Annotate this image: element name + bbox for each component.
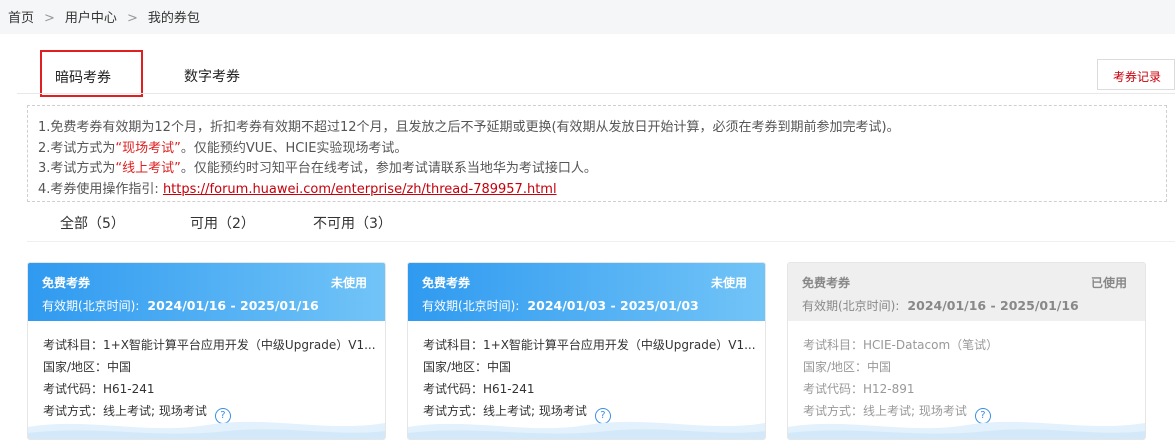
exam-code: 考试代码：H12-891	[803, 378, 1138, 400]
voucher-card-header: 免费考券 未使用 有效期(北京时间): 2024/01/16 - 2025/01/…	[28, 263, 385, 321]
region-value: 中国	[107, 360, 132, 374]
code-value: H12-891	[863, 382, 915, 396]
exam-mode: 考试方式：线上考试; 现场考试?	[423, 400, 758, 424]
code-label: 考试代码：	[803, 382, 864, 396]
region-label: 国家/地区：	[43, 360, 108, 374]
mode-value: 线上考试; 现场考试	[863, 404, 967, 418]
code-value: H61-241	[483, 382, 535, 396]
notice-line-4: 4.考券使用操作指引: https://forum.huawei.com/ent…	[38, 180, 1166, 201]
question-circle-icon[interactable]: ?	[594, 408, 611, 424]
notice-highlight-online: “线上考试”	[115, 161, 181, 176]
notice-text: 。仅能预约时习知平台在线考试，参加考试请联系当地华为考试接口人。	[180, 161, 597, 176]
mode-label: 考试方式：	[43, 404, 104, 418]
breadcrumb-separator: >	[44, 11, 55, 26]
code-label: 考试代码：	[423, 382, 484, 396]
exam-subject: 考试科目：HCIE-Datacom（笔试）	[803, 334, 1138, 356]
notice-box: 1.免费考券有效期为12个月，折扣考券有效期不超过12个月，且发放之后不予延期或…	[27, 105, 1167, 202]
voucher-card-body: 考试科目：1+X智能计算平台应用开发（中级Upgrade）V1... 国家/地区…	[28, 321, 385, 424]
notice-text: 。仅能预约VUE、HCIE实验现场考试。	[180, 140, 408, 156]
exam-region: 国家/地区：中国	[43, 356, 378, 378]
voucher-validity: 有效期(北京时间): 2024/01/03 - 2025/01/03	[422, 297, 765, 314]
exam-mode: 考试方式：线上考试; 现场考试?	[803, 400, 1138, 424]
subject-label: 考试科目：	[803, 338, 864, 352]
mode-value: 线上考试; 现场考试	[483, 404, 587, 418]
exam-code: 考试代码：H61-241	[423, 378, 758, 400]
voucher-card-header: 免费考券 已使用 有效期(北京时间): 2024/01/16 - 2025/01/…	[788, 263, 1145, 321]
notice-highlight-onsite: “现场考试”	[115, 140, 181, 156]
exam-code: 考试代码：H61-241	[43, 378, 378, 400]
notice-line-1: 1.免费考券有效期为12个月，折扣考券有效期不超过12个月，且发放之后不予延期或…	[38, 120, 900, 135]
subject-label: 考试科目：	[43, 338, 104, 352]
notice-text: 3.考试方式为	[38, 161, 116, 176]
breadcrumb-current: 我的券包	[147, 11, 200, 26]
breadcrumb-user-center[interactable]: 用户中心	[65, 11, 117, 26]
breadcrumb-separator: >	[126, 11, 138, 26]
exam-subject: 考试科目：1+X智能计算平台应用开发（中级Upgrade）V1...	[43, 334, 378, 356]
validity-value: 2024/01/16 - 2025/01/16	[147, 298, 319, 313]
validity-label: 有效期(北京时间):	[42, 299, 140, 313]
region-value: 中国	[487, 360, 512, 374]
filter-all[interactable]: 全部（5）	[60, 213, 125, 233]
voucher-record-button[interactable]: 考券记录	[1097, 59, 1175, 90]
validity-label: 有效期(北京时间):	[422, 299, 520, 313]
subject-value: 1+X智能计算平台应用开发（中级Upgrade）V1...	[103, 338, 376, 352]
guide-link[interactable]: https://forum.huawei.com/enterprise/zh/t…	[163, 182, 557, 197]
filter-unavailable[interactable]: 不可用（3）	[313, 213, 392, 233]
voucher-status: 未使用	[710, 276, 747, 290]
validity-value: 2024/01/16 - 2025/01/16	[907, 298, 1079, 313]
breadcrumb-home[interactable]: 首页	[8, 11, 34, 26]
voucher-validity: 有效期(北京时间): 2024/01/16 - 2025/01/16	[42, 297, 385, 314]
notice-text: 2.考试方式为	[38, 140, 116, 156]
filter-divider	[27, 241, 1175, 242]
subject-value: HCIE-Datacom（笔试）	[863, 338, 999, 352]
breadcrumb-bar: 首页 > 用户中心 > 我的券包	[0, 0, 1175, 34]
notice-text: 4.考券使用操作指引:	[38, 181, 159, 197]
region-label: 国家/地区：	[803, 360, 868, 374]
voucher-card-body: 考试科目：1+X智能计算平台应用开发（中级Upgrade）V1... 国家/地区…	[408, 321, 765, 424]
question-circle-icon[interactable]: ?	[214, 408, 231, 424]
subject-label: 考试科目：	[423, 338, 484, 352]
voucher-status: 已使用	[1090, 276, 1127, 290]
voucher-card[interactable]: 免费考券 已使用 有效期(北京时间): 2024/01/16 - 2025/01/…	[787, 262, 1146, 440]
notice-line-3: 3.考试方式为“线上考试”。仅能预约时习知平台在线考试，参加考试请联系当地华为考…	[38, 159, 1166, 180]
mode-label: 考试方式：	[803, 404, 864, 418]
region-value: 中国	[867, 360, 892, 374]
mode-value: 线上考试; 现场考试	[103, 404, 207, 418]
voucher-card[interactable]: 免费考券 未使用 有效期(北京时间): 2024/01/03 - 2025/01/…	[407, 262, 766, 440]
voucher-status: 未使用	[330, 276, 367, 290]
exam-mode: 考试方式：线上考试; 现场考试?	[43, 400, 378, 424]
region-label: 国家/地区：	[423, 360, 488, 374]
breadcrumb: 首页 > 用户中心 > 我的券包	[8, 7, 200, 26]
notice-line-2: 2.考试方式为“现场考试”。仅能预约VUE、HCIE实验现场考试。	[38, 139, 1166, 160]
question-circle-icon[interactable]: ?	[974, 408, 991, 424]
validity-value: 2024/01/03 - 2025/01/03	[527, 298, 699, 313]
code-label: 考试代码：	[43, 382, 104, 396]
subject-value: 1+X智能计算平台应用开发（中级Upgrade）V1...	[483, 338, 756, 352]
code-value: H61-241	[103, 382, 155, 396]
tab-digital-voucher[interactable]: 数字考券	[184, 66, 240, 86]
exam-region: 国家/地区：中国	[803, 356, 1138, 378]
voucher-card-header: 免费考券 未使用 有效期(北京时间): 2024/01/03 - 2025/01/…	[408, 263, 765, 321]
voucher-card-body: 考试科目：HCIE-Datacom（笔试） 国家/地区：中国 考试代码：H12-…	[788, 321, 1145, 424]
exam-region: 国家/地区：中国	[423, 356, 758, 378]
tab-code-voucher[interactable]: 暗码考券	[40, 50, 143, 97]
filter-available[interactable]: 可用（2）	[190, 213, 255, 233]
voucher-validity: 有效期(北京时间): 2024/01/16 - 2025/01/16	[802, 297, 1145, 314]
validity-label: 有效期(北京时间):	[802, 299, 900, 313]
mode-label: 考试方式：	[423, 404, 484, 418]
voucher-card[interactable]: 免费考券 未使用 有效期(北京时间): 2024/01/16 - 2025/01/…	[27, 262, 386, 440]
exam-subject: 考试科目：1+X智能计算平台应用开发（中级Upgrade）V1...	[423, 334, 758, 356]
tabs-divider	[17, 93, 1175, 94]
